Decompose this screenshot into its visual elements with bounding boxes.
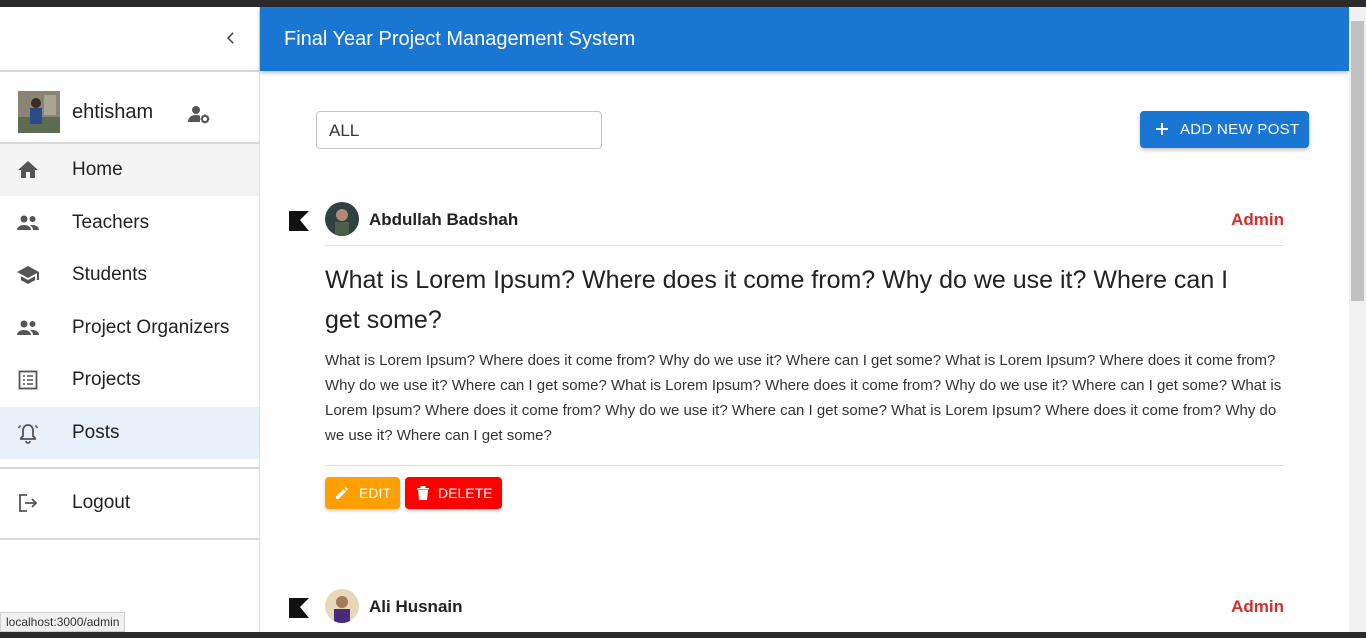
delete-label: DELETE (438, 485, 493, 501)
avatar (18, 91, 60, 133)
add-new-post-button[interactable]: ADD NEW POST (1140, 111, 1309, 148)
post-card: Abdullah Badshah Admin What is Lorem Ips… (288, 202, 1284, 522)
sidebar-item-label: Projects (72, 369, 141, 390)
sidebar-item-label: Home (72, 159, 123, 180)
delete-post-button[interactable]: DELETE (405, 477, 502, 509)
pencil-icon (336, 487, 348, 499)
sidebar-item-project-organizers[interactable]: Project Organizers (0, 302, 259, 354)
sidebar-item-home[interactable]: Home (0, 144, 259, 196)
sidebar-item-students[interactable]: Students (0, 249, 259, 301)
sidebar-item-teachers[interactable]: Teachers (0, 197, 259, 249)
post-divider (325, 245, 1284, 246)
sidebar-header (0, 7, 259, 72)
people-icon (17, 215, 39, 230)
bookmark-flag-icon (289, 598, 309, 618)
post-author: Ali Husnain (369, 597, 463, 616)
sidebar-item-label: Project Organizers (72, 317, 230, 338)
post-card: Ali Husnain Admin (288, 589, 1284, 629)
sidebar-divider (0, 538, 259, 540)
edit-post-button[interactable]: EDIT (325, 477, 400, 509)
people-icon (17, 320, 39, 335)
sidebar-item-posts[interactable]: Posts (0, 407, 259, 459)
user-name: ehtisham (72, 101, 154, 123)
author-avatar (325, 202, 359, 236)
sidebar-item-label: Posts (72, 422, 120, 443)
page-title: Final Year Project Management System (284, 28, 636, 50)
post-body: What is Lorem Ipsum? Where does it come … (325, 352, 1282, 444)
post-author: Abdullah Badshah (369, 210, 519, 229)
sidebar-divider (0, 467, 259, 469)
sidebar-item-label: Logout (72, 492, 131, 513)
list-icon (18, 370, 38, 390)
browser-top-strip (0, 0, 1366, 7)
browser-status-url: localhost:3000/admin (0, 612, 126, 632)
browser-bottom-strip (0, 632, 1366, 638)
logout-icon (19, 494, 38, 512)
edit-label: EDIT (359, 485, 391, 501)
sidebar-item-logout[interactable]: Logout (0, 477, 259, 529)
home-icon (18, 161, 38, 178)
school-icon (17, 266, 39, 284)
sidebar-item-projects[interactable]: Projects (0, 354, 259, 406)
chevron-left-icon[interactable] (222, 29, 240, 47)
app-bar: Final Year Project Management System (260, 7, 1349, 71)
bell-icon (17, 424, 39, 444)
bookmark-flag-icon (289, 211, 309, 231)
user-profile: ehtisham (0, 73, 259, 144)
manage-account-icon[interactable] (187, 102, 211, 126)
post-role-badge: Admin (1231, 597, 1284, 616)
add-new-post-label: ADD NEW POST (1180, 121, 1300, 138)
sidebar: ehtisham Home Teachers Students Project … (0, 7, 260, 632)
plus-icon (1156, 123, 1168, 135)
page-scrollbar[interactable] (1349, 7, 1366, 632)
post-divider (325, 465, 1284, 466)
author-avatar (325, 589, 359, 623)
sidebar-item-label: Teachers (72, 212, 150, 233)
post-title: What is Lorem Ipsum? Where does it come … (325, 266, 1229, 334)
post-role-badge: Admin (1231, 210, 1284, 229)
trash-icon (417, 486, 429, 500)
post-filter-select[interactable]: ALL (316, 111, 602, 149)
sidebar-item-label: Students (72, 264, 147, 285)
scrollbar-thumb[interactable] (1351, 21, 1364, 301)
